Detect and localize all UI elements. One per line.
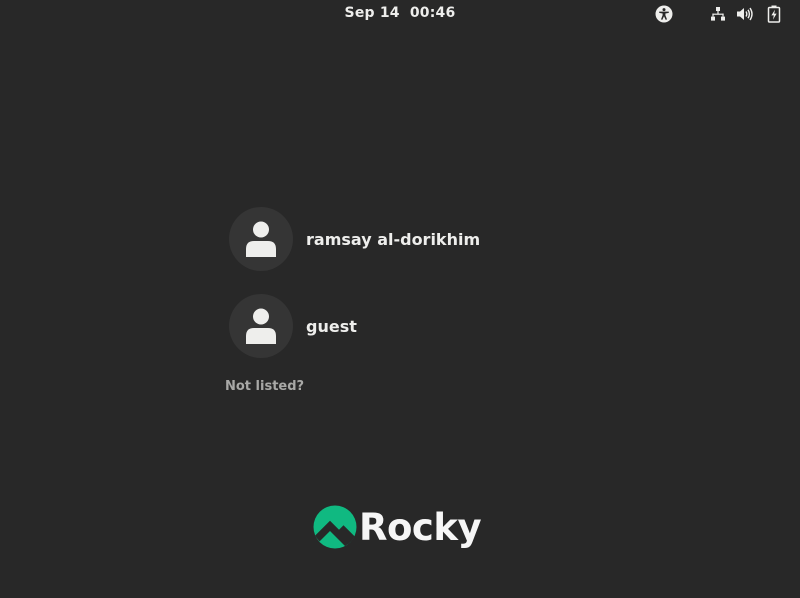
avatar [229, 294, 293, 358]
user-name: guest [306, 316, 357, 336]
user-item-ramsay[interactable]: ramsay al-dorikhim [229, 207, 529, 271]
clock: Sep 14 00:46 [0, 5, 800, 21]
rocky-mountain-logo-icon [313, 505, 357, 549]
user-item-guest[interactable]: guest [229, 294, 529, 358]
battery-charging-icon[interactable] [765, 5, 783, 23]
logo-text: Rocky [359, 505, 482, 549]
person-icon [246, 221, 276, 257]
volume-icon[interactable] [736, 5, 754, 23]
top-bar: Sep 14 00:46 [0, 0, 800, 28]
avatar [229, 207, 293, 271]
user-list: ramsay al-dorikhim guest [229, 207, 529, 381]
user-name: ramsay al-dorikhim [306, 229, 481, 249]
person-icon [246, 308, 276, 344]
accessibility-icon[interactable] [655, 5, 673, 23]
rocky-logo: Rocky [313, 503, 482, 551]
clock-time: 00:46 [409, 5, 456, 21]
clock-button[interactable]: Sep 14 00:46 [345, 5, 456, 21]
login-screen: Sep 14 00:46 ramsay al-dorikhim guest No… [0, 0, 800, 598]
not-listed-button[interactable]: Not listed? [225, 379, 304, 394]
clock-date: Sep 14 [344, 5, 400, 21]
network-wired-icon[interactable] [709, 5, 727, 23]
